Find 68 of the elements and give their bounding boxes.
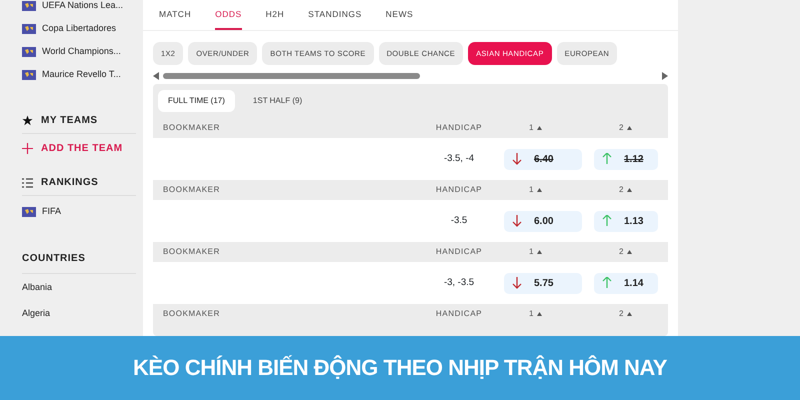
country-link[interactable]: Algeria: [22, 307, 50, 321]
sort-icon[interactable]: [537, 188, 542, 192]
tab[interactable]: MATCH: [159, 4, 192, 30]
section-heading: RANKINGS: [41, 176, 98, 190]
column-header[interactable]: 2: [619, 122, 624, 134]
star-icon: [22, 115, 33, 126]
column-header: HANDICAP: [436, 185, 482, 194]
column-header[interactable]: 2: [619, 246, 624, 258]
handicap-value: -3.5, -4: [444, 152, 474, 164]
column-header: BOOKMAKER: [163, 185, 220, 194]
list-icon: [22, 178, 33, 188]
handicap-value: -3, -3.5: [444, 276, 474, 288]
globe-flag-icon: [22, 207, 36, 217]
competition-link[interactable]: Maurice Revello T...: [42, 68, 121, 82]
sort-icon[interactable]: [627, 188, 632, 192]
odds-button[interactable]: 1.12: [594, 148, 658, 170]
column-header[interactable]: 2: [619, 184, 624, 196]
country-link[interactable]: Albania: [22, 281, 52, 295]
column-header: BOOKMAKER: [163, 247, 220, 256]
sort-icon[interactable]: [627, 312, 632, 316]
tab[interactable]: NEWS: [386, 4, 414, 30]
sort-icon[interactable]: [537, 250, 542, 254]
up-arrow-icon: [602, 153, 612, 165]
ranking-link[interactable]: FIFA: [42, 205, 62, 219]
tab[interactable]: ODDS: [215, 4, 242, 30]
up-arrow-icon: [602, 277, 612, 289]
tab[interactable]: STANDINGS: [308, 4, 362, 30]
period-tab[interactable]: FULL TIME (17): [158, 90, 235, 112]
tab[interactable]: H2H: [266, 4, 284, 30]
sort-icon[interactable]: [537, 126, 542, 130]
add-team-link[interactable]: ADD THE TEAM: [41, 140, 123, 156]
plus-icon: [22, 142, 33, 154]
column-header: BOOKMAKER: [163, 309, 220, 318]
down-arrow-icon: [512, 215, 522, 227]
section-heading: MY TEAMS: [41, 114, 98, 128]
banner-title: KÈO CHÍNH BIẾN ĐỘNG THEO NHỊP TRẬN HÔM NAY: [133, 354, 667, 382]
scroll-right-icon[interactable]: [662, 72, 668, 80]
down-arrow-icon: [512, 277, 522, 289]
odds-button[interactable]: 5.75: [504, 272, 582, 294]
column-header: BOOKMAKER: [163, 123, 220, 132]
column-header: HANDICAP: [436, 123, 482, 132]
down-arrow-icon: [512, 153, 522, 165]
odds-button[interactable]: 1.13: [594, 210, 658, 232]
sort-icon[interactable]: [627, 126, 632, 130]
odds-button[interactable]: 6.40: [504, 148, 582, 170]
column-header[interactable]: 2: [619, 308, 624, 320]
odds-button[interactable]: 1.14: [594, 272, 658, 294]
globe-flag-icon: [22, 46, 36, 56]
globe-flag-icon: [22, 24, 36, 34]
globe-flag-icon: [22, 70, 36, 80]
column-header[interactable]: 1: [529, 308, 534, 320]
globe-flag-icon: [22, 0, 36, 10]
scroll-left-icon[interactable]: [153, 72, 159, 80]
column-header[interactable]: 1: [529, 122, 534, 134]
up-arrow-icon: [602, 215, 612, 227]
sort-icon[interactable]: [627, 250, 632, 254]
competition-link[interactable]: UEFA Nations Lea...: [42, 0, 124, 12]
column-header[interactable]: 1: [529, 184, 534, 196]
column-header: HANDICAP: [436, 247, 482, 256]
competition-link[interactable]: Copa Libertadores: [42, 22, 116, 36]
column-header[interactable]: 1: [529, 246, 534, 258]
handicap-value: -3.5: [450, 214, 468, 226]
odds-button[interactable]: 6.00: [504, 210, 582, 232]
section-heading: COUNTRIES: [22, 252, 86, 266]
sort-icon[interactable]: [537, 312, 542, 316]
period-tab[interactable]: 1ST HALF (9): [242, 90, 312, 112]
competition-link[interactable]: World Champions...: [42, 44, 121, 58]
column-header: HANDICAP: [436, 309, 482, 318]
